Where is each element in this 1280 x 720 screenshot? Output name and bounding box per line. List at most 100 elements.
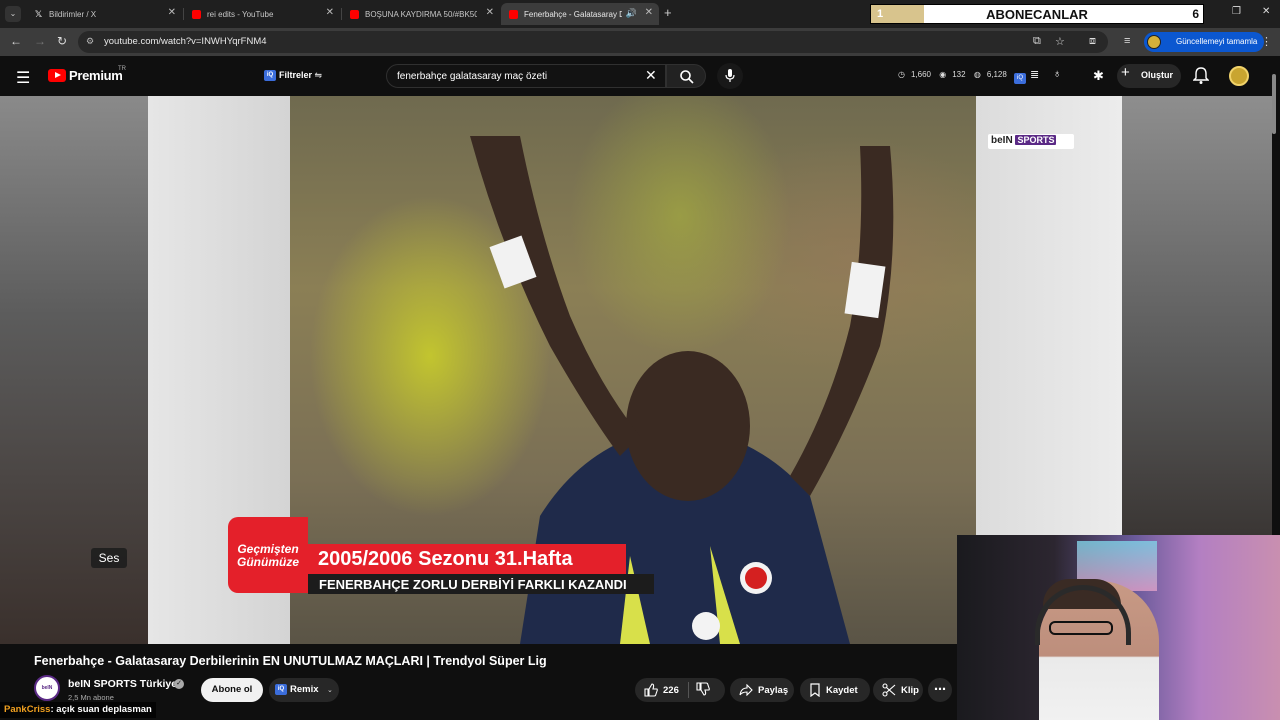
- iq-icon: iQ: [264, 70, 276, 82]
- bookmark-icon: [810, 683, 820, 697]
- bookmark-star-icon[interactable]: ☆: [1055, 35, 1065, 48]
- youtube-logo-icon[interactable]: [48, 69, 66, 82]
- trophy-icon[interactable]: ♁: [1053, 68, 1061, 80]
- like-button[interactable]: 226: [635, 678, 725, 702]
- voice-search-button[interactable]: [717, 63, 743, 89]
- chat-username: PankCriss: [4, 704, 51, 715]
- browser-tab-strip: ⌄ 𝕏 Bildirimler / X ✕ rei edits - YouTub…: [0, 0, 1280, 28]
- account-avatar[interactable]: [1229, 66, 1249, 86]
- browser-toolbar: ← → ↻ youtube.com/watch?v=INWHYqrFNM4 ⚙ …: [0, 28, 1280, 56]
- iq-icon[interactable]: iQ: [1014, 70, 1029, 85]
- lower-third-season: 2005/2006 Sezonu 31.Hafta: [308, 544, 626, 574]
- tab-title: Bildirimler / X: [49, 9, 97, 19]
- scroll-thumb[interactable]: [1272, 74, 1276, 134]
- share-button[interactable]: Paylaş: [730, 678, 794, 702]
- update-button[interactable]: Güncellemeyi tamamla: [1144, 32, 1264, 52]
- microphone-icon: [725, 69, 735, 82]
- channel-subscriber-count: 2,5 Mn abone: [68, 693, 114, 702]
- save-button[interactable]: Kaydet: [800, 678, 870, 702]
- subscriber-goal-end: 6: [1192, 7, 1199, 21]
- tab-rei-edits[interactable]: rei edits - YouTube ✕: [184, 3, 340, 25]
- extension-stats: ◷ 1,660 ◉ 132 ◍ 6,128: [898, 70, 1013, 79]
- clear-search-icon[interactable]: ✕: [645, 67, 657, 84]
- menu-icon[interactable]: ⋮: [1261, 35, 1272, 48]
- install-app-icon[interactable]: ⧉: [1033, 35, 1041, 48]
- iq-icon: iQ: [275, 684, 287, 695]
- subscriber-goal-bar: 1 ABONECANLAR 6: [870, 4, 1204, 24]
- search-input[interactable]: fenerbahçe galatasaray maç özeti: [386, 64, 666, 88]
- like-count: 226: [663, 684, 679, 696]
- plus-icon: +: [1121, 64, 1130, 81]
- tab-bosuna-kaydirma[interactable]: BOŞUNA KAYDIRMA 50/#BK50 ✕: [342, 3, 500, 25]
- list-icon[interactable]: ≣: [1030, 68, 1039, 81]
- youtube-brand[interactable]: Premium: [69, 68, 123, 83]
- new-tab-button[interactable]: +: [664, 5, 672, 20]
- scissors-icon: [882, 683, 896, 697]
- stat-views: 1,660: [910, 70, 932, 79]
- notifications-bell-icon[interactable]: [1193, 67, 1209, 85]
- profile-avatar[interactable]: [1147, 35, 1161, 49]
- reading-list-icon[interactable]: ≡: [1124, 35, 1130, 47]
- site-info-icon[interactable]: ⚙: [86, 36, 94, 47]
- sliders-icon: ⇋: [314, 70, 323, 80]
- hamburger-menu-icon[interactable]: ☰: [16, 68, 30, 88]
- close-window-icon[interactable]: ✕: [1262, 6, 1270, 17]
- remix-label: Remix: [290, 684, 319, 696]
- streamer-webcam: [957, 535, 1280, 720]
- filters-label: Filtreler: [279, 70, 313, 80]
- stream-chat-message: PankCriss: açık suan deplasman: [0, 702, 156, 718]
- youtube-icon: [350, 9, 359, 19]
- volume-tooltip: Ses: [91, 548, 127, 568]
- close-icon[interactable]: ✕: [326, 7, 334, 18]
- page-scrollbar[interactable]: [1270, 60, 1278, 200]
- bein-sports-watermark: beIN SPORTS: [988, 134, 1074, 149]
- stat-other: 6,128: [986, 70, 1007, 79]
- x-icon: 𝕏: [34, 8, 43, 19]
- tab-title: rei edits - YouTube: [207, 9, 274, 19]
- thumbs-up-icon: [644, 683, 658, 697]
- forward-icon[interactable]: →: [34, 34, 46, 48]
- subscriber-goal-title: ABONECANLAR: [986, 7, 1088, 22]
- region-code: TR: [118, 66, 126, 72]
- back-icon[interactable]: ←: [10, 34, 22, 48]
- like-divider: [688, 682, 689, 698]
- extensions-icon[interactable]: ⧈: [1089, 35, 1096, 48]
- puzzle-icon[interactable]: ✱: [1093, 68, 1104, 84]
- reload-icon[interactable]: ↻: [57, 34, 67, 48]
- channel-name[interactable]: beIN SPORTS Türkiye: [68, 678, 177, 690]
- glasses: [1049, 621, 1113, 635]
- eye-icon: ◉: [939, 70, 947, 79]
- tab-title: BOŞUNA KAYDIRMA 50/#BK50: [365, 9, 477, 19]
- tab-fenerbahce-galatasaray[interactable]: Fenerbahçe - Galatasaray D 🔊 ✕: [501, 3, 659, 25]
- youtube-header: ☰ Premium TR iQ Filtreler ⇋ fenerbahçe ga…: [0, 56, 1280, 96]
- watermark-bein: beIN: [991, 135, 1013, 146]
- tab-notifications-x[interactable]: 𝕏 Bildirimler / X ✕: [26, 3, 182, 25]
- watermark-sports: SPORTS: [1015, 135, 1057, 145]
- address-bar[interactable]: youtube.com/watch?v=INWHYqrFNM4: [78, 31, 1108, 53]
- clip-button[interactable]: Klip: [873, 678, 923, 702]
- lower-third-tag: Geçmişten Günümüze: [228, 517, 308, 593]
- more-actions-icon[interactable]: ⋯: [928, 678, 952, 702]
- video-title: Fenerbahçe - Galatasaray Derbilerinin EN…: [34, 654, 547, 668]
- tab-search-button[interactable]: ⌄: [5, 6, 21, 22]
- search-icon: [680, 70, 694, 84]
- close-icon[interactable]: ✕: [486, 7, 494, 18]
- close-icon[interactable]: ✕: [645, 7, 653, 18]
- share-icon: [739, 684, 753, 696]
- close-icon[interactable]: ✕: [168, 7, 176, 18]
- search-button[interactable]: [666, 64, 706, 88]
- filters-button[interactable]: iQ Filtreler ⇋: [264, 70, 323, 82]
- clock-icon: ◷: [898, 70, 905, 79]
- users-icon: ◍: [973, 70, 981, 79]
- restore-icon[interactable]: ❐: [1232, 6, 1241, 17]
- save-label: Kaydet: [826, 684, 858, 696]
- speaker-icon[interactable]: 🔊: [626, 8, 637, 19]
- thumbs-down-icon[interactable]: [696, 682, 710, 696]
- channel-avatar[interactable]: beIN: [34, 675, 60, 701]
- tab-title: Fenerbahçe - Galatasaray D: [524, 9, 622, 19]
- subscribe-button[interactable]: Abone ol: [201, 678, 263, 702]
- chat-text: : açık suan deplasman: [50, 704, 152, 715]
- lower-third-headline: FENERBAHÇE ZORLU DERBİYİ FARKLI KAZANDI: [308, 574, 654, 594]
- chevron-down-icon[interactable]: ⌄: [327, 686, 333, 694]
- youtube-icon: [192, 9, 201, 19]
